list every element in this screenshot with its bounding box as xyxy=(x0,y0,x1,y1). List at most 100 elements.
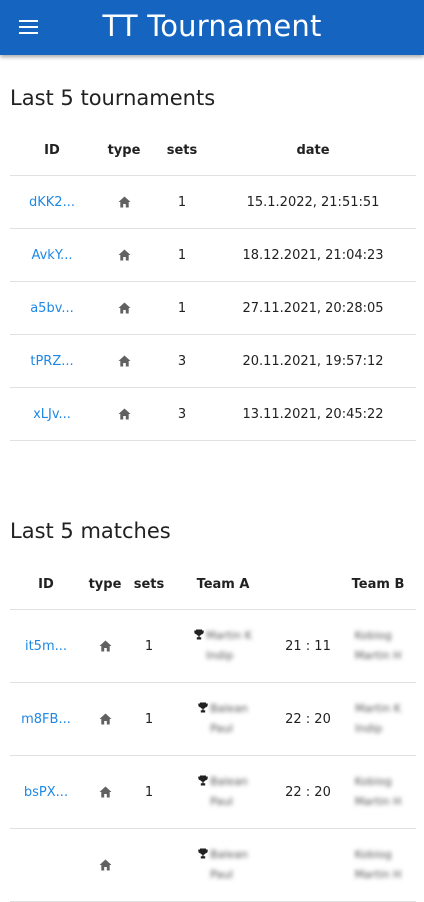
home-icon xyxy=(118,196,131,208)
table-row: tPRZ... 3 20.11.2021, 19:57:12 xyxy=(10,334,416,388)
sets-cell: 1 xyxy=(128,609,170,683)
date-cell: 15.1.2022, 21:51:51 xyxy=(210,175,416,229)
type-cell xyxy=(82,609,128,683)
trophy-icon xyxy=(194,629,204,644)
player-name: Paul xyxy=(210,868,233,881)
player-name: Kobiog xyxy=(354,775,392,788)
team-a-cell: Balean Paul xyxy=(170,755,276,829)
player-name: Balean xyxy=(210,702,248,715)
match-id-cell: bsPX... xyxy=(10,755,82,829)
team-b: Kobiog Martin H xyxy=(355,772,402,812)
player-name: Balean xyxy=(210,848,248,861)
player-name: Indip xyxy=(355,722,383,735)
score-cell: 22 : 20 xyxy=(276,682,340,756)
sets-cell xyxy=(128,828,170,902)
tournament-id-cell: tPRZ... xyxy=(10,334,94,388)
team-a: Balean Paul xyxy=(210,699,248,739)
player-name: Martin K xyxy=(206,629,252,642)
team-b-cell: Kobiog Martin H xyxy=(340,609,416,683)
table-row: bsPX... 1 Balean Paul 22 : 20 Kobiog Martin H xyxy=(10,755,416,829)
date-cell: 27.11.2021, 20:28:05 xyxy=(210,281,416,335)
home-icon xyxy=(118,408,131,420)
player-name: Indip xyxy=(206,649,234,662)
home-icon xyxy=(118,249,131,261)
table-row: it5m... 1 Martin K Indip 21 : 11 Kobiog Martin… xyxy=(10,609,416,683)
home-icon xyxy=(118,355,131,367)
trophy-icon xyxy=(198,848,208,863)
column-header: Team B xyxy=(340,559,416,610)
trophy-icon xyxy=(198,775,208,790)
match-id-link[interactable]: m8FB... xyxy=(21,712,71,727)
column-header: sets xyxy=(154,125,210,176)
tournament-id-link[interactable]: AvkY... xyxy=(31,248,72,263)
tournament-id-cell: a5bv... xyxy=(10,281,94,335)
type-cell xyxy=(94,228,154,282)
column-header xyxy=(276,559,340,610)
column-header: ID xyxy=(10,559,82,610)
type-cell xyxy=(94,281,154,335)
team-b-cell: Kobiog Martin H xyxy=(340,828,416,902)
player-name: Martin H xyxy=(354,649,402,662)
player-name: Martin K xyxy=(355,702,401,715)
column-header: type xyxy=(94,125,154,176)
trophy-icon xyxy=(198,702,208,717)
team-a: Balean Paul xyxy=(210,845,248,885)
match-id-link[interactable]: it5m... xyxy=(25,639,67,654)
team-b-cell: Kobiog Martin H xyxy=(340,755,416,829)
player-name: Paul xyxy=(210,795,233,808)
team-a-cell: Balean Paul xyxy=(170,828,276,902)
match-id-cell xyxy=(10,828,82,902)
table-row: AvkY... 1 18.12.2021, 21:04:23 xyxy=(10,228,416,282)
column-header: Team A xyxy=(170,559,276,610)
type-cell xyxy=(94,175,154,229)
sets-cell: 3 xyxy=(154,387,210,441)
sets-cell: 1 xyxy=(154,281,210,335)
tournament-id-cell: AvkY... xyxy=(10,228,94,282)
team-a-cell: Martin K Indip xyxy=(170,609,276,683)
player-name: Balean xyxy=(210,775,248,788)
tournament-id-link[interactable]: xLJv... xyxy=(33,407,71,422)
sets-cell: 1 xyxy=(128,755,170,829)
score-cell: 22 : 20 xyxy=(276,755,340,829)
team-b: Kobiog Martin H xyxy=(355,626,402,666)
player-name: Martin H xyxy=(354,868,402,881)
team-a-cell: Balean Paul xyxy=(170,682,276,756)
type-cell xyxy=(94,334,154,388)
team-b: Kobiog Martin H xyxy=(355,845,402,885)
home-icon xyxy=(118,302,131,314)
tournament-id-cell: xLJv... xyxy=(10,387,94,441)
player-name: Paul xyxy=(210,722,233,735)
match-id-cell: it5m... xyxy=(10,609,82,683)
column-header: date xyxy=(210,125,416,176)
tournament-id-link[interactable]: dKK2... xyxy=(29,195,75,210)
tournaments-table: ID type sets date dKK2... 1 15.1.2022, 21:51:… xyxy=(10,125,416,441)
app-bar: TT Tournament xyxy=(0,0,424,55)
player-name: Martin H xyxy=(354,795,402,808)
tournament-id-link[interactable]: a5bv... xyxy=(30,301,74,316)
table-row: xLJv... 3 13.11.2021, 20:45:22 xyxy=(10,387,416,441)
column-header: sets xyxy=(128,559,170,610)
team-a: Balean Paul xyxy=(210,772,248,812)
type-cell xyxy=(94,387,154,441)
home-icon xyxy=(99,859,112,871)
match-id-link[interactable]: bsPX... xyxy=(24,785,68,800)
tournament-id-link[interactable]: tPRZ... xyxy=(30,354,73,369)
date-cell: 13.11.2021, 20:45:22 xyxy=(210,387,416,441)
date-cell: 20.11.2021, 19:57:12 xyxy=(210,334,416,388)
sets-cell: 1 xyxy=(154,175,210,229)
column-header: ID xyxy=(10,125,94,176)
sets-cell: 1 xyxy=(154,228,210,282)
team-b-cell: Martin K Indip xyxy=(340,682,416,756)
type-cell xyxy=(82,828,128,902)
tournament-id-cell: dKK2... xyxy=(10,175,94,229)
sets-cell: 3 xyxy=(154,334,210,388)
home-icon xyxy=(99,786,112,798)
table-row: dKK2... 1 15.1.2022, 21:51:51 xyxy=(10,175,416,229)
table-row: a5bv... 1 27.11.2021, 20:28:05 xyxy=(10,281,416,335)
team-b: Martin K Indip xyxy=(355,699,401,739)
type-cell xyxy=(82,682,128,756)
team-a: Martin K Indip xyxy=(206,626,252,666)
type-cell xyxy=(82,755,128,829)
score-cell: 21 : 11 xyxy=(276,609,340,683)
player-name: Kobiog xyxy=(354,629,392,642)
